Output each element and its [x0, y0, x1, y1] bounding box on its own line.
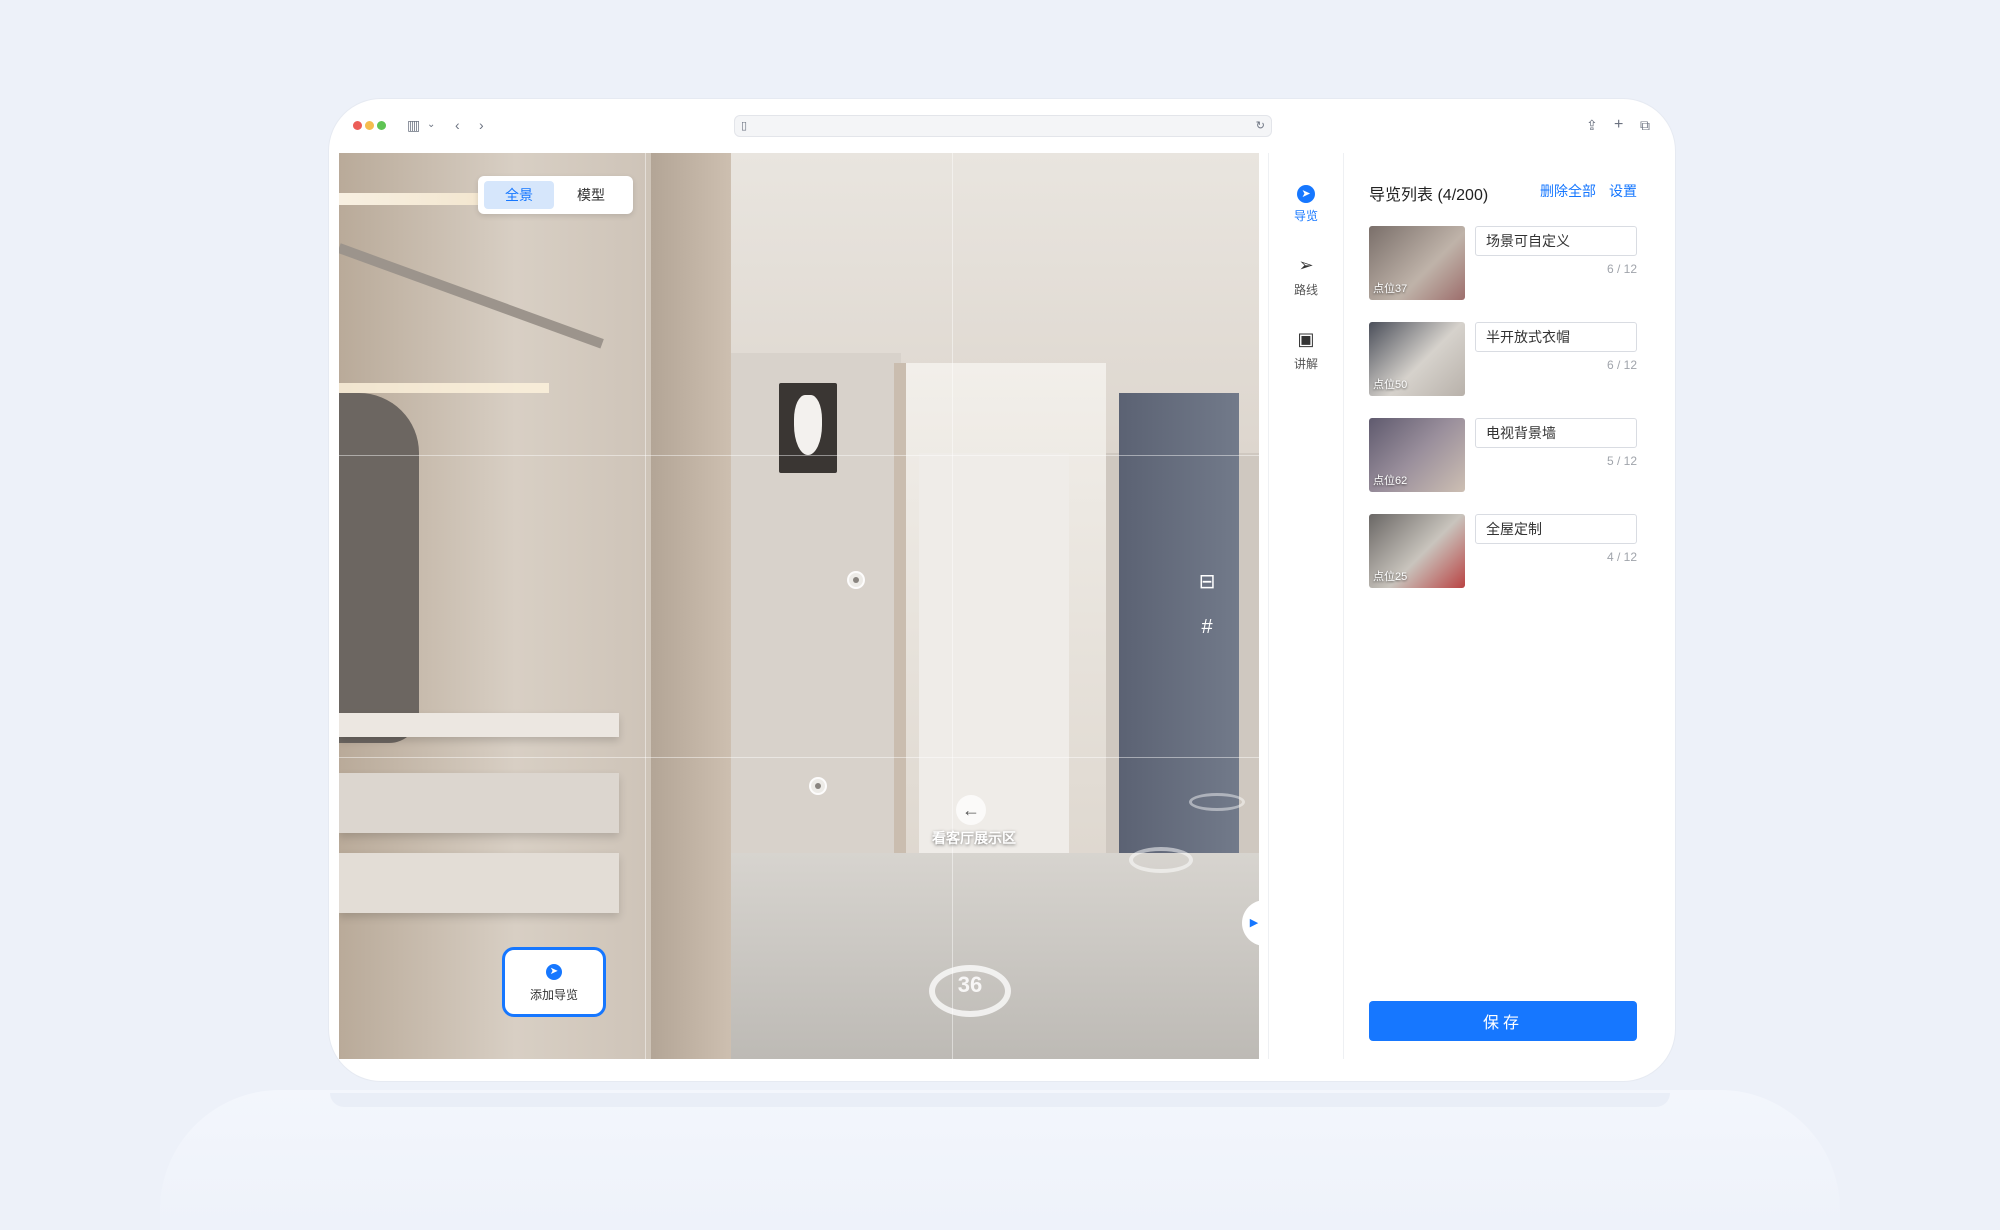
- char-count: 6 / 12: [1606, 262, 1637, 276]
- grid-line: [952, 153, 953, 1059]
- char-count: 4 / 12: [1606, 550, 1637, 564]
- floor: [731, 853, 1259, 1059]
- video-icon: ▣: [1297, 329, 1315, 349]
- add-guide-label: 添加导览: [529, 988, 578, 1002]
- thumbnail-label: 点位62: [1373, 475, 1408, 487]
- send-icon: ➢: [1298, 255, 1314, 275]
- thumbnail[interactable]: 点位25: [1369, 514, 1465, 588]
- reload-icon[interactable]: ↻: [1256, 114, 1265, 138]
- compass-icon: ➤: [546, 964, 562, 980]
- guide-name-input[interactable]: [1475, 418, 1637, 448]
- guide-panel: ➤ 导览 ➢ 路线 ▣ 讲解 导览列表 (4/200) 删除全部 设置 点位37…: [1269, 153, 1661, 1059]
- thumbnail-label: 点位37: [1373, 283, 1408, 295]
- minimize-window-button[interactable]: [365, 121, 374, 130]
- tab-route[interactable]: ➢ 路线: [1269, 253, 1343, 298]
- compass-icon: ➤: [1269, 179, 1343, 203]
- accent-wall: [1119, 393, 1239, 923]
- panel-title-count: (4/200): [1437, 187, 1489, 204]
- tab-label: 讲解: [1293, 357, 1318, 371]
- thumbnail[interactable]: 点位50: [1369, 322, 1465, 396]
- guide-name-input[interactable]: [1475, 514, 1637, 544]
- list-item[interactable]: 点位50 6 / 12: [1369, 322, 1639, 396]
- shelf: [339, 713, 619, 737]
- grid-line: [645, 153, 646, 1059]
- share-icon[interactable]: ⇪: [1586, 113, 1598, 137]
- new-tab-icon[interactable]: +: [1614, 113, 1623, 137]
- cabinet-light: [339, 383, 549, 393]
- floor-marker-text: 36: [957, 972, 983, 997]
- chevron-down-icon[interactable]: ⌄: [427, 113, 435, 137]
- list-item[interactable]: 点位37 6 / 12: [1369, 226, 1639, 300]
- panorama-viewer[interactable]: 36: [339, 153, 1259, 1059]
- guide-name-input[interactable]: [1475, 226, 1637, 256]
- guide-name-input[interactable]: [1475, 322, 1637, 352]
- panel-title-text: 导览列表: [1369, 187, 1434, 204]
- save-button[interactable]: 保存: [1369, 1001, 1637, 1041]
- browser-toolbar: ▥ ⌄ ‹ › ▯ ↻ ⇪ + ⧉: [339, 109, 1663, 151]
- tab-panorama[interactable]: 全景: [484, 181, 554, 209]
- thumbnail-label: 点位25: [1373, 571, 1408, 583]
- address-bar[interactable]: ▯ ↻: [734, 115, 1272, 137]
- tab-guide[interactable]: ➤ 导览: [1269, 179, 1343, 224]
- grid-icon[interactable]: #: [1196, 616, 1218, 638]
- tab-model[interactable]: 模型: [556, 181, 626, 209]
- tab-narration[interactable]: ▣ 讲解: [1269, 327, 1343, 372]
- grid-line: [339, 757, 1259, 758]
- partition-wall: [651, 153, 731, 1059]
- grid-line: [339, 455, 1259, 456]
- nav-hotspot-label[interactable]: 看客厅展示区: [914, 828, 1034, 848]
- page-icon: ▯: [741, 120, 748, 132]
- delete-all-button[interactable]: 删除全部: [1540, 181, 1596, 201]
- sidebar-icon[interactable]: ▥: [407, 113, 420, 137]
- floor-marker[interactable]: [1189, 793, 1245, 811]
- char-count: 6 / 12: [1606, 358, 1637, 372]
- close-window-button[interactable]: [353, 121, 362, 130]
- drawer: [339, 773, 619, 833]
- hotspot[interactable]: [809, 777, 827, 795]
- list-item[interactable]: 点位25 4 / 12: [1369, 514, 1639, 588]
- settings-button[interactable]: 设置: [1609, 181, 1637, 201]
- wardrobe: [919, 453, 1069, 873]
- floor-marker[interactable]: 36: [929, 965, 1011, 1017]
- thumbnail[interactable]: 点位37: [1369, 226, 1465, 300]
- maximize-window-button[interactable]: [377, 121, 386, 130]
- forward-icon[interactable]: ›: [479, 113, 484, 137]
- panel-title: 导览列表 (4/200): [1369, 181, 1488, 205]
- char-count: 5 / 12: [1606, 454, 1637, 468]
- hanging-garment: [339, 393, 419, 743]
- tabs-overview-icon[interactable]: ⧉: [1640, 113, 1650, 137]
- drawer: [339, 853, 619, 913]
- view-mode-toggle: 全景 模型: [478, 176, 633, 214]
- hotspot[interactable]: [847, 571, 865, 589]
- panel-tabs: ➤ 导览 ➢ 路线 ▣ 讲解: [1269, 153, 1344, 1059]
- thumbnail-label: 点位50: [1373, 379, 1408, 391]
- laptop-hinge: [330, 1093, 1670, 1107]
- back-icon[interactable]: ‹: [455, 113, 460, 137]
- tab-label: 路线: [1293, 283, 1318, 297]
- fit-view-icon[interactable]: ⊟: [1196, 571, 1218, 593]
- arrow-left-icon[interactable]: ←: [956, 795, 986, 825]
- thumbnail[interactable]: 点位62: [1369, 418, 1465, 492]
- laptop-base: [160, 1090, 1840, 1230]
- list-item[interactable]: 点位62 5 / 12: [1369, 418, 1639, 492]
- tab-label: 导览: [1293, 209, 1318, 223]
- floor-marker[interactable]: [1129, 847, 1193, 873]
- add-guide-button[interactable]: ➤ 添加导览: [502, 947, 606, 1017]
- wall-art-mirror: [794, 395, 822, 455]
